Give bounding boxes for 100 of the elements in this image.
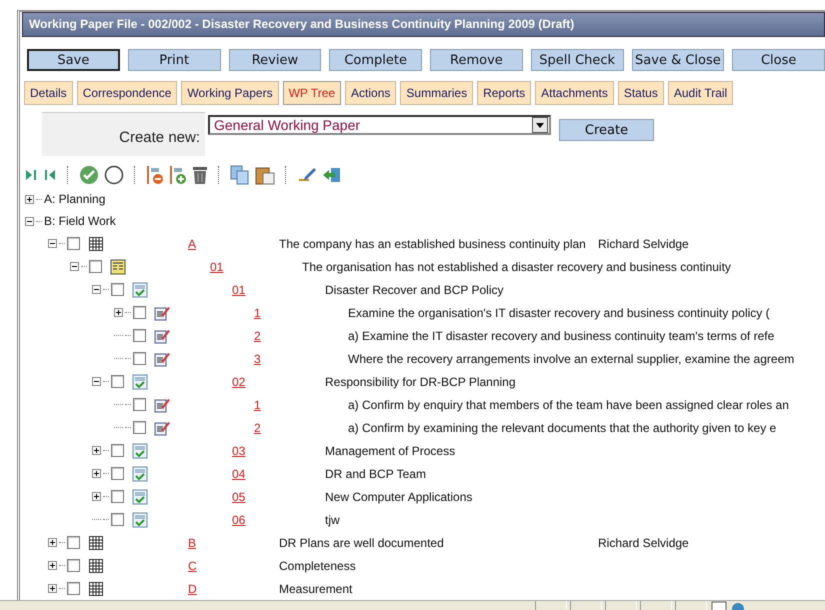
checkbox[interactable] — [133, 398, 146, 411]
item-text: a) Confirm by enquiry that members of the team have been assigned clear roles an — [348, 398, 789, 412]
checkbox[interactable] — [111, 467, 124, 480]
checklist-icon — [132, 282, 148, 298]
tab[interactable]: Working Papers — [181, 81, 279, 105]
edit-note-icon — [154, 304, 170, 320]
checkbox[interactable] — [67, 582, 80, 595]
expander-icon[interactable] — [48, 538, 57, 547]
grid-icon — [88, 558, 104, 574]
checkbox[interactable] — [111, 444, 124, 457]
section-label[interactable]: B: Field Work — [44, 214, 116, 228]
toolbar-button[interactable]: Review — [228, 49, 322, 71]
expander-icon[interactable] — [48, 584, 57, 593]
check-circle-icon[interactable] — [79, 165, 99, 185]
item-code-link[interactable]: A — [188, 236, 196, 250]
copy-icon[interactable] — [230, 165, 250, 185]
item-code-link[interactable]: 2 — [254, 328, 261, 342]
edit-note-icon — [154, 350, 170, 366]
item-text: Where the recovery arrangements involve an external supplier, examine the agreem — [348, 352, 794, 366]
item-text: Disaster Recover and BCP Policy — [325, 282, 504, 296]
checklist-icon — [132, 488, 148, 504]
expander-icon[interactable] — [25, 216, 34, 226]
expander-icon[interactable] — [92, 469, 101, 478]
item-text: Responsibility for DR-BCP Planning — [325, 374, 516, 388]
item-text: a) Confirm by examining the relevant documents that the authority given to key e — [348, 420, 776, 434]
expander-icon[interactable] — [92, 377, 101, 386]
checkbox[interactable] — [111, 490, 124, 503]
checkbox[interactable] — [133, 329, 146, 342]
toolbar-button[interactable]: Close — [732, 49, 825, 71]
checkbox[interactable] — [89, 260, 102, 273]
edit-note-icon — [154, 328, 170, 344]
item-code-link[interactable]: 1 — [254, 306, 261, 320]
tab[interactable]: Status — [618, 81, 664, 105]
item-code-link[interactable]: 05 — [232, 490, 246, 504]
item-code-link[interactable]: 01 — [232, 282, 246, 296]
create-button[interactable]: Create — [559, 119, 654, 141]
item-code-link[interactable]: 06 — [232, 512, 246, 526]
expander-icon[interactable] — [48, 239, 57, 248]
item-code-link[interactable]: 1 — [254, 398, 261, 412]
add-row-icon[interactable] — [169, 165, 187, 185]
item-text: DR Plans are well documented — [279, 536, 444, 550]
type-dropdown[interactable]: General Working Paper — [208, 115, 551, 135]
item-code-link[interactable]: 03 — [232, 444, 246, 458]
item-code-link[interactable]: D — [188, 582, 197, 596]
grid-icon — [88, 534, 104, 550]
item-code-link[interactable]: 04 — [232, 466, 246, 480]
tab[interactable]: Details — [24, 81, 73, 105]
checkbox[interactable] — [111, 375, 124, 388]
expander-icon[interactable] — [70, 262, 79, 271]
checkbox[interactable] — [133, 306, 146, 319]
tab[interactable]: Actions — [345, 81, 396, 105]
expand-all-icon[interactable] — [24, 168, 38, 182]
item-code-link[interactable]: 3 — [254, 352, 261, 366]
checkbox[interactable] — [67, 536, 80, 549]
grid-icon — [88, 580, 104, 596]
expander-icon[interactable] — [92, 446, 101, 455]
tab[interactable]: Summaries — [400, 81, 474, 105]
edit-note-icon — [154, 420, 170, 436]
item-code-link[interactable]: 02 — [232, 374, 246, 388]
item-text: Completeness — [279, 558, 356, 572]
item-text: Measurement — [279, 582, 352, 596]
toolbar-button[interactable]: Spell Check — [530, 49, 624, 71]
move-icon[interactable] — [322, 165, 342, 185]
checkbox[interactable] — [111, 513, 124, 526]
collapse-all-icon[interactable] — [43, 168, 57, 182]
tab[interactable]: WP Tree — [282, 81, 342, 105]
trash-icon[interactable] — [192, 165, 208, 185]
checkbox[interactable] — [111, 283, 124, 296]
item-code-link[interactable]: C — [188, 558, 197, 572]
toolbar-button[interactable]: Save — [27, 49, 120, 71]
tab[interactable]: Reports — [477, 81, 532, 105]
checkbox[interactable] — [67, 237, 80, 250]
expander-icon[interactable] — [48, 561, 57, 570]
remove-row-icon[interactable] — [146, 165, 164, 185]
circle-icon[interactable] — [104, 165, 124, 185]
item-code-link[interactable]: 01 — [210, 260, 224, 274]
item-text: The organisation has not established a disaster recovery and business continuity — [302, 260, 731, 274]
expander-icon[interactable] — [92, 492, 101, 501]
owner-name: Richard Selvidge — [598, 236, 689, 250]
checklist-icon — [132, 374, 148, 390]
expander-icon[interactable] — [114, 308, 123, 317]
toolbar-button[interactable]: Save & Close — [632, 49, 724, 71]
expander-icon[interactable] — [25, 194, 34, 204]
section-label[interactable]: A: Planning — [44, 192, 106, 206]
paste-icon[interactable] — [255, 165, 275, 185]
item-code-link[interactable]: B — [188, 536, 196, 550]
item-text: Management of Process — [325, 444, 456, 458]
tab[interactable]: Correspondence — [76, 81, 178, 105]
checkbox[interactable] — [133, 352, 146, 365]
item-code-link[interactable]: 2 — [254, 420, 261, 434]
checkbox[interactable] — [67, 559, 80, 572]
tab[interactable]: Audit Trail — [668, 81, 734, 105]
expander-icon[interactable] — [92, 285, 101, 294]
toolbar-button[interactable]: Print — [128, 49, 221, 71]
checklist-icon — [132, 442, 148, 458]
tab[interactable]: Attachments — [535, 81, 614, 105]
toolbar-button[interactable]: Remove — [430, 49, 523, 71]
toolbar-button[interactable]: Complete — [329, 49, 422, 71]
window-title: Working Paper File - 002/002 - Disaster Recovery and Business Continuity Planning 2009 (Draft) — [22, 12, 825, 37]
checkbox[interactable] — [133, 421, 146, 434]
